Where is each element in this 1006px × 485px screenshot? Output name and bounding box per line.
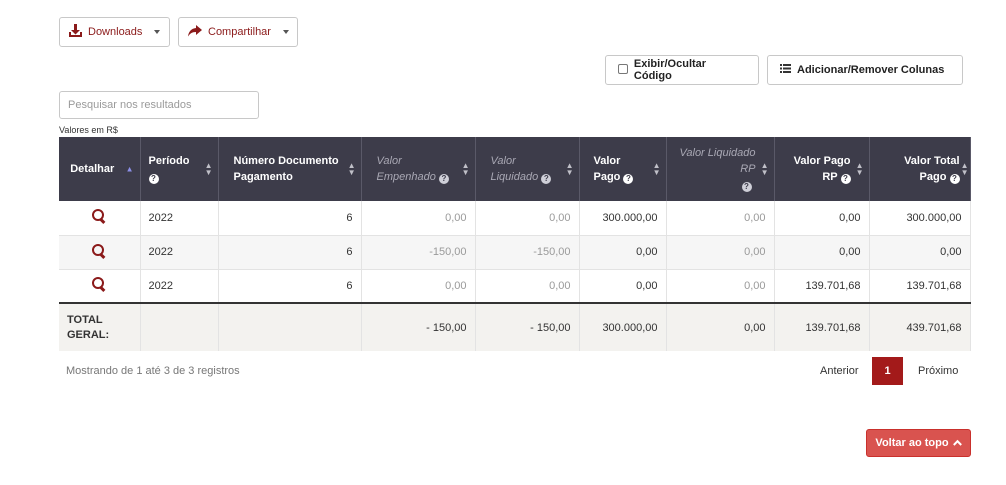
- cell-total-pago: 139.701,68: [869, 269, 971, 304]
- magnifier-icon[interactable]: [92, 243, 106, 258]
- list-icon: [780, 64, 791, 76]
- sort-icon: ▲ ▼: [461, 161, 470, 177]
- search-input[interactable]: [59, 91, 259, 119]
- sort-icon: ▲ ▼: [960, 161, 969, 177]
- detail-button[interactable]: [59, 235, 141, 270]
- cell-liquidado-rp: 0,00: [666, 201, 775, 236]
- column-header-numero-documento[interactable]: Número Documento Pagamento ▲ ▼: [218, 137, 362, 201]
- total-cell-empty: [218, 302, 362, 351]
- results-table: Detalhar ▲ Período? ▲ ▼ Número Documento …: [59, 137, 971, 351]
- total-pago: 300.000,00: [579, 302, 667, 351]
- currency-note: Valores em R$: [59, 125, 118, 135]
- columns-label: Adicionar/Remover Colunas: [797, 64, 945, 76]
- columns-button[interactable]: Adicionar/Remover Colunas: [767, 55, 963, 85]
- cell-empenhado: 0,00: [361, 201, 476, 236]
- column-header-valor-total-pago[interactable]: Valor Total Pago ? ▲ ▼: [869, 137, 971, 201]
- column-header-valor-empenhado[interactable]: Valor Empenhado ? ▲ ▼: [361, 137, 476, 201]
- table-row: 2022 6 0,00 0,00 300.000,00 0,00 0,00 30…: [59, 201, 971, 236]
- total-row: TOTAL GERAL: - 150,00 - 150,00 300.000,0…: [59, 302, 971, 351]
- cell-periodo: 2022: [140, 201, 219, 236]
- cell-numero: 6: [218, 201, 362, 236]
- sort-icon: ▲ ▼: [565, 161, 574, 177]
- table-row: 2022 6 0,00 0,00 0,00 0,00 139.701,68 13…: [59, 269, 971, 304]
- toggle-code-button[interactable]: Exibir/Ocultar Código: [605, 55, 759, 85]
- share-button[interactable]: Compartilhar: [178, 17, 298, 47]
- toggle-code-label: Exibir/Ocultar Código: [633, 58, 707, 82]
- chevron-up-icon: [952, 437, 962, 449]
- sort-icon: ▲ ▼: [855, 161, 864, 177]
- back-to-top-label: Voltar ao topo: [875, 437, 949, 449]
- cell-liquidado: 0,00: [475, 201, 580, 236]
- cell-periodo: 2022: [140, 269, 219, 304]
- cell-pago-rp: 0,00: [774, 201, 870, 236]
- column-header-detalhar[interactable]: Detalhar ▲: [59, 137, 141, 201]
- cell-numero: 6: [218, 269, 362, 304]
- chevron-down-icon: [282, 30, 289, 34]
- chevron-down-icon: [154, 30, 161, 34]
- total-liquidado: - 150,00: [475, 302, 580, 351]
- total-liquidado-rp: 0,00: [666, 302, 775, 351]
- cell-pago: 0,00: [579, 269, 667, 304]
- cell-liquidado-rp: 0,00: [666, 235, 775, 270]
- help-icon[interactable]: ?: [541, 174, 552, 184]
- share-label: Compartilhar: [208, 26, 271, 38]
- help-icon[interactable]: ?: [148, 174, 159, 184]
- pagination-next[interactable]: Próximo: [910, 357, 966, 385]
- pagination-page-1[interactable]: 1: [872, 357, 903, 385]
- total-pago-rp: 139.701,68: [774, 302, 870, 351]
- total-total-pago: 439.701,68: [869, 302, 971, 351]
- cell-total-pago: 0,00: [869, 235, 971, 270]
- pagination-previous[interactable]: Anterior: [812, 357, 867, 385]
- cell-liquidado: 0,00: [475, 269, 580, 304]
- help-icon[interactable]: ?: [623, 174, 634, 184]
- column-header-valor-liquidado[interactable]: Valor Liquidado ? ▲ ▼: [475, 137, 580, 201]
- cell-liquidado-rp: 0,00: [666, 269, 775, 304]
- column-header-periodo[interactable]: Período? ▲ ▼: [140, 137, 219, 201]
- table-row: 2022 6 -150,00 -150,00 0,00 0,00 0,00 0,…: [59, 235, 971, 270]
- column-header-valor-liquidado-rp[interactable]: Valor Liquidado RP? ▲ ▼: [666, 137, 775, 201]
- pagination-info: Mostrando de 1 até 3 de 3 registros: [66, 365, 240, 377]
- cell-pago-rp: 139.701,68: [774, 269, 870, 304]
- help-icon[interactable]: ?: [949, 174, 960, 184]
- magnifier-icon[interactable]: [92, 277, 106, 291]
- cell-pago: 0,00: [579, 235, 667, 270]
- cell-empenhado: 0,00: [361, 269, 476, 304]
- back-to-top-button[interactable]: Voltar ao topo: [866, 429, 971, 457]
- detail-button[interactable]: [59, 269, 141, 304]
- sort-asc-icon: ▲: [125, 164, 134, 174]
- cell-numero: 6: [218, 235, 362, 270]
- cell-total-pago: 300.000,00: [869, 201, 971, 236]
- sort-icon: ▲ ▼: [204, 161, 213, 177]
- detail-button[interactable]: [59, 201, 141, 236]
- cell-pago-rp: 0,00: [774, 235, 870, 270]
- download-icon: [69, 24, 82, 40]
- total-label: TOTAL GERAL:: [59, 302, 141, 351]
- cell-liquidado: -150,00: [475, 235, 580, 270]
- cell-pago: 300.000,00: [579, 201, 667, 236]
- column-header-valor-pago-rp[interactable]: Valor Pago RP ? ▲ ▼: [774, 137, 870, 201]
- magnifier-icon[interactable]: [92, 209, 106, 223]
- downloads-label: Downloads: [88, 26, 143, 38]
- share-icon: [188, 24, 202, 40]
- cell-periodo: 2022: [140, 235, 219, 270]
- cell-empenhado: -150,00: [361, 235, 476, 270]
- help-icon[interactable]: ?: [438, 174, 449, 184]
- sort-icon: ▲ ▼: [652, 161, 661, 177]
- sort-icon: ▲ ▼: [347, 161, 356, 177]
- toggle-code-checkbox[interactable]: [618, 63, 628, 74]
- total-cell-empty: [140, 302, 219, 351]
- help-icon[interactable]: ?: [741, 182, 752, 192]
- column-header-valor-pago[interactable]: Valor Pago ? ▲ ▼: [579, 137, 667, 201]
- downloads-button[interactable]: Downloads: [59, 17, 170, 47]
- help-icon[interactable]: ?: [840, 174, 851, 184]
- total-empenhado: - 150,00: [361, 302, 476, 351]
- sort-icon: ▲ ▼: [760, 161, 769, 177]
